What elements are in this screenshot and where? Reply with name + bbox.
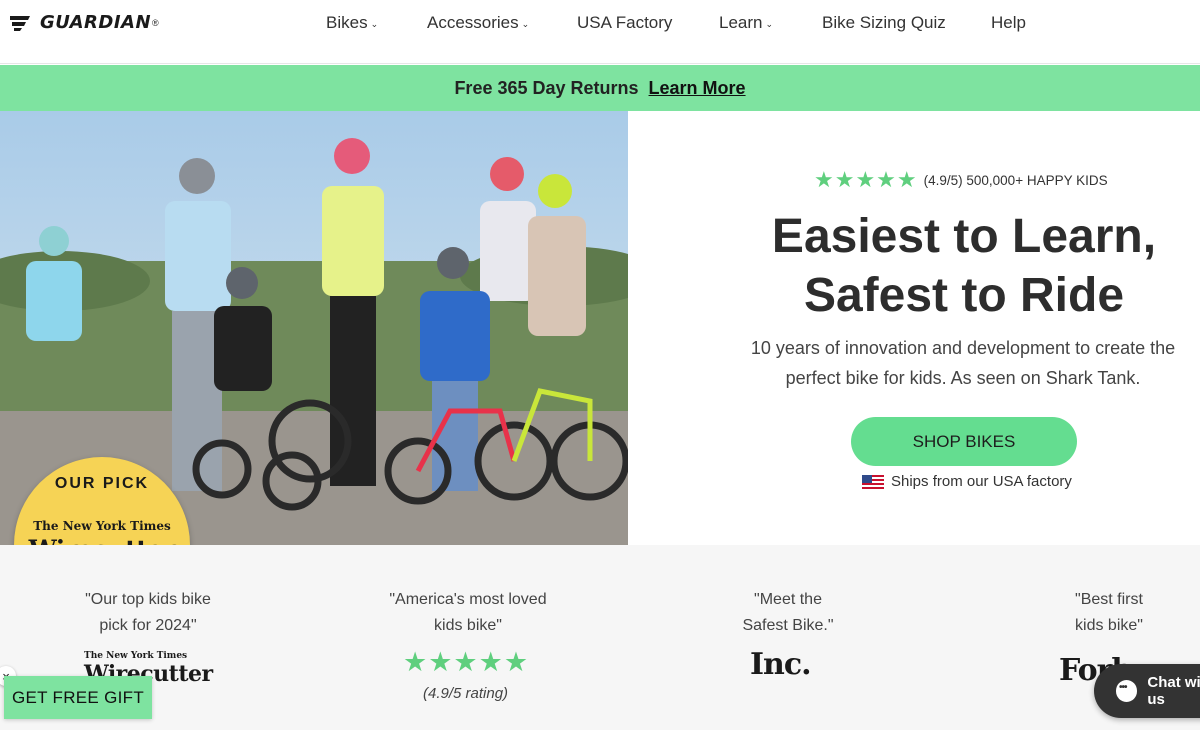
guardian-logo[interactable]: GUARDIAN ® [10, 12, 159, 33]
shop-bikes-button[interactable]: SHOP BIKES [851, 417, 1077, 466]
press-quote-wirecutter-line1: "Our top kids bike [85, 591, 211, 608]
press-quote-inc: "Meet the Safest Bike." [728, 587, 848, 639]
press-quote-wirecutter: "Our top kids bike pick for 2024" [60, 587, 236, 639]
press-quote-forbes-line1: "Best first [1075, 591, 1143, 608]
press-quote-forbes-line2: kids bike" [1075, 617, 1143, 634]
nav-learn[interactable]: Learn ⌄ [719, 13, 822, 33]
promo-learn-more-link[interactable]: Learn More [649, 78, 746, 99]
nav-accessories-label: Accessories [427, 13, 519, 32]
hero-title-line2: Safest to Ride [803, 269, 1125, 322]
press-star-rating-icon: ★★★★★ [403, 647, 530, 677]
nav-bikes[interactable]: Bikes ⌄ [326, 13, 427, 33]
nav-bikes-label: Bikes [326, 13, 368, 32]
nav-help-label: Help [991, 13, 1026, 32]
ships-usa-note: Ships from our USA factory [862, 473, 1072, 490]
chevron-down-icon: ⌄ [765, 19, 774, 29]
hero-subtitle: 10 years of innovation and development t… [742, 333, 1184, 393]
press-quote-loved-line1: "America's most loved [389, 591, 547, 608]
hero-rating: ★★★★★ (4.9/5) 500,000+ HAPPY KIDS [814, 167, 1108, 193]
get-free-gift-button[interactable]: GET FREE GIFT [4, 676, 152, 719]
nav-help[interactable]: Help [991, 13, 1026, 33]
chevron-down-icon: ⌄ [521, 19, 530, 29]
nav-bike-sizing-quiz-label: Bike Sizing Quiz [822, 13, 946, 32]
press-rating-text: (4.9/5 rating) [423, 685, 509, 702]
us-flag-icon [862, 474, 884, 489]
badge-wirecutter: Wirecutter [14, 535, 190, 545]
logo-text: GUARDIAN [40, 12, 152, 33]
press-quote-wirecutter-line2: pick for 2024" [99, 617, 197, 634]
hero-title-line1: Easiest to Learn, [771, 210, 1157, 263]
nav-learn-label: Learn [719, 13, 763, 32]
press-nyt-logo: The New York Times [84, 651, 188, 661]
press-strip: "Our top kids bike pick for 2024" The Ne… [0, 545, 1200, 730]
press-quote-loved-line2: kids bike" [434, 617, 502, 634]
chat-label: Chat with us [1147, 674, 1200, 708]
nav-usa-factory-label: USA Factory [577, 13, 673, 32]
promo-text: Free 365 Day Returns [454, 77, 639, 98]
press-quote-inc-line1: "Meet the [754, 591, 822, 608]
badge-our-pick: OUR PICK [54, 475, 150, 492]
badge-nyt: The New York Times [33, 519, 171, 533]
press-inc-logo: Inc. [750, 647, 812, 682]
nav-bike-sizing-quiz[interactable]: Bike Sizing Quiz [822, 13, 991, 33]
press-quote-forbes: "Best first kids bike" [1054, 587, 1164, 639]
nav-accessories[interactable]: Accessories ⌄ [427, 13, 577, 33]
chat-bubble-icon [1116, 680, 1138, 702]
star-rating-icon: ★★★★★ [814, 167, 918, 192]
chevron-down-icon: ⌄ [370, 19, 379, 29]
main-nav: Bikes ⌄ Accessories ⌄ USA Factory Learn ⌄ B… [326, 13, 1026, 33]
hero-subtitle-line2: perfect bike for kids. As seen on Shark … [785, 368, 1141, 388]
press-quote-loved: "America's most loved kids bike" [368, 587, 568, 639]
hero-title: Easiest to Learn, Safest to Ride [628, 207, 1200, 325]
site-header: GUARDIAN ® Bikes ⌄ Accessories ⌄ USA Facto… [0, 0, 1200, 64]
hero-subtitle-line1: 10 years of innovation and development t… [750, 338, 1176, 358]
press-quote-inc-line2: Safest Bike." [742, 617, 834, 634]
logo-wing-icon [10, 15, 30, 31]
promo-bar: Free 365 Day Returns Learn More [0, 65, 1200, 111]
ships-usa-text: Ships from our USA factory [891, 473, 1072, 490]
chat-button[interactable]: Chat with us [1094, 664, 1200, 718]
hero-rating-text: (4.9/5) 500,000+ HAPPY KIDS [923, 172, 1108, 188]
logo-registered-mark: ® [152, 17, 159, 28]
hero-image: OUR PICK The New York Times Wirecutter 2… [0, 111, 628, 545]
hero-content: ★★★★★ (4.9/5) 500,000+ HAPPY KIDS Easies… [628, 111, 1200, 545]
nav-usa-factory[interactable]: USA Factory [577, 13, 719, 33]
